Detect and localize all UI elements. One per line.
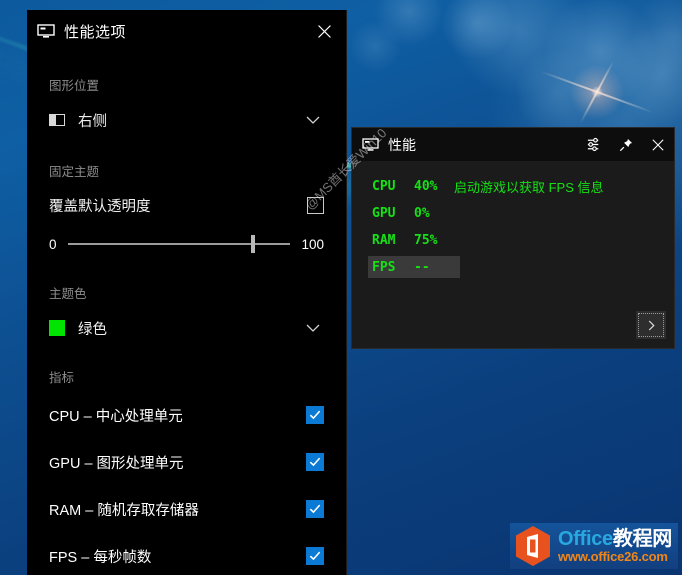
performance-overlay-panel: 性能 CPU 40% GPU 0% RAM 75% FPS -- 启动游戏以获取…	[352, 128, 674, 348]
slider-max-label: 100	[301, 236, 324, 252]
performance-stat-value: 75%	[414, 232, 438, 248]
options-titlebar: 性能选项	[27, 10, 346, 53]
logo-line-1: Office教程网	[558, 527, 672, 550]
monitor-icon	[37, 24, 55, 39]
pin-icon[interactable]	[610, 128, 642, 161]
metric-row: GPU – 图形处理单元	[49, 446, 324, 478]
logo-office-word: Office	[558, 527, 613, 550]
override-opacity-row: 覆盖默认透明度	[49, 193, 324, 217]
fps-message: 启动游戏以获取 FPS 信息	[454, 180, 604, 195]
metric-checkbox[interactable]	[306, 406, 324, 424]
override-opacity-label: 覆盖默认透明度	[49, 198, 151, 215]
performance-options-panel: 性能选项 图形位置 右侧 固定主题 覆盖默认透明度 0 100 主题色 绿色 指…	[27, 10, 347, 575]
performance-stat-list: CPU 40% GPU 0% RAM 75% FPS --	[352, 175, 460, 283]
performance-stat-value: 0%	[414, 205, 430, 221]
graphics-position-label: 图形位置	[49, 79, 100, 93]
performance-stat-value: 40%	[414, 178, 438, 194]
theme-color-dropdown[interactable]: 绿色	[49, 315, 324, 341]
metrics-list: CPU – 中心处理单元 GPU – 图形处理单元 RAM – 随机存取存储器 FPS…	[49, 399, 324, 572]
performance-actions	[578, 128, 674, 161]
opacity-slider-row: 0 100	[49, 235, 324, 253]
opacity-slider-thumb[interactable]	[250, 235, 255, 253]
options-body: 图形位置 右侧 固定主题 覆盖默认透明度 0 100 主题色 绿色 指标 CPU…	[27, 53, 346, 572]
performance-stat-key: CPU	[372, 178, 396, 194]
close-icon[interactable]	[302, 10, 346, 53]
position-right-icon	[49, 114, 65, 126]
metric-row: CPU – 中心处理单元	[49, 399, 324, 431]
performance-stat-row[interactable]: RAM 75%	[368, 229, 460, 251]
pin-theme-label: 固定主题	[49, 165, 100, 179]
chevron-down-icon	[302, 317, 324, 339]
metrics-label: 指标	[49, 371, 75, 385]
theme-color-label: 主题色	[49, 287, 87, 301]
performance-stat-row[interactable]: FPS --	[368, 256, 460, 278]
metric-label: CPU – 中心处理单元	[49, 408, 183, 425]
site-logo: Office教程网 www.office26.com	[510, 523, 678, 569]
performance-body: CPU 40% GPU 0% RAM 75% FPS -- 启动游戏以获取 FPS 信息	[352, 161, 674, 348]
performance-stats-area: CPU 40% GPU 0% RAM 75% FPS -- 启动游戏以获取 FPS 信息	[352, 175, 674, 283]
performance-titlebar: 性能	[352, 128, 674, 161]
next-page-button[interactable]	[636, 311, 666, 339]
performance-stat-row[interactable]: CPU 40%	[368, 175, 460, 197]
metric-label: GPU – 图形处理单元	[49, 455, 184, 472]
logo-cn-word: 教程网	[612, 527, 672, 550]
override-opacity-checkbox[interactable]	[307, 196, 324, 214]
performance-stat-row[interactable]: GPU 0%	[368, 202, 460, 224]
office-hex-icon	[514, 525, 552, 567]
metric-label: RAM – 随机存取存储器	[49, 502, 199, 519]
theme-color-value: 绿色	[78, 321, 107, 338]
chevron-down-icon	[302, 109, 324, 131]
graphics-position-value: 右侧	[78, 113, 107, 130]
performance-stat-key: RAM	[372, 232, 396, 248]
metric-checkbox[interactable]	[306, 500, 324, 518]
logo-text: Office教程网 www.office26.com	[558, 527, 672, 564]
metric-label: FPS – 每秒帧数	[49, 549, 152, 566]
metric-checkbox[interactable]	[306, 547, 324, 565]
performance-stat-key: FPS	[372, 259, 396, 275]
theme-color-swatch	[49, 320, 65, 336]
performance-stat-value: --	[414, 259, 430, 275]
desktop-background: 性能选项 图形位置 右侧 固定主题 覆盖默认透明度 0 100 主题色 绿色 指…	[0, 0, 682, 575]
metric-row: FPS – 每秒帧数	[49, 540, 324, 572]
monitor-icon	[362, 137, 379, 152]
performance-stat-key: GPU	[372, 205, 396, 221]
page-title: 性能选项	[64, 24, 127, 41]
logo-line-2: www.office26.com	[558, 548, 668, 564]
settings-icon[interactable]	[578, 128, 610, 161]
graphics-position-dropdown[interactable]: 右侧	[49, 107, 324, 133]
performance-title: 性能	[388, 136, 416, 153]
metric-row: RAM – 随机存取存储器	[49, 493, 324, 525]
slider-min-label: 0	[49, 236, 57, 252]
wallpaper-starburst	[562, 57, 632, 127]
metric-checkbox[interactable]	[306, 453, 324, 471]
opacity-slider[interactable]	[68, 235, 291, 253]
close-icon[interactable]	[642, 128, 674, 161]
